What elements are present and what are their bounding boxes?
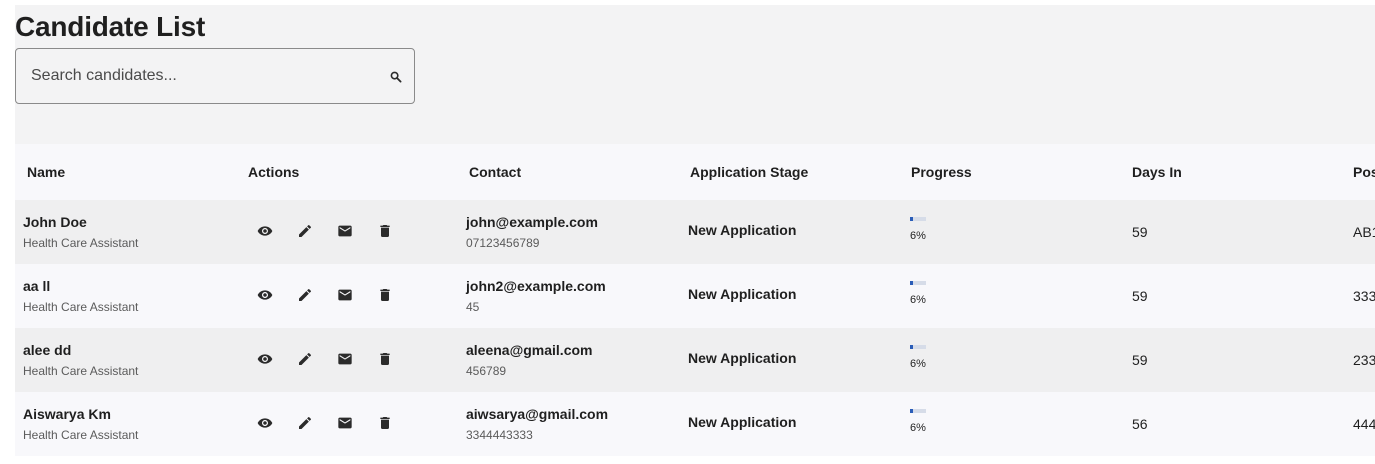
view-icon[interactable] <box>257 287 273 303</box>
table-body: John Doe Health Care Assistant john@exam… <box>15 200 1375 456</box>
search-icon[interactable] <box>390 70 402 83</box>
email-icon[interactable] <box>337 287 353 303</box>
email-icon[interactable] <box>337 415 353 431</box>
candidate-role: Health Care Assistant <box>23 236 139 250</box>
search-input[interactable] <box>31 49 381 103</box>
application-stage: New Application <box>688 414 797 430</box>
delete-icon[interactable] <box>377 415 393 431</box>
view-icon[interactable] <box>257 223 273 239</box>
postcode: 444 <box>1353 416 1375 432</box>
column-header-application-stage[interactable]: Application Stage <box>690 144 808 200</box>
candidate-role: Health Care Assistant <box>23 428 139 442</box>
edit-icon[interactable] <box>297 415 313 431</box>
days-in-stage: 59 <box>1132 352 1148 368</box>
candidate-name[interactable]: alee dd <box>23 342 71 358</box>
progress-bar <box>910 217 926 221</box>
email-icon[interactable] <box>337 223 353 239</box>
table-row[interactable]: aa ll Health Care Assistant john2@exampl… <box>15 264 1375 328</box>
progress-label: 6% <box>910 358 926 370</box>
candidate-list-page: Candidate List Name Actions Contact Appl… <box>0 0 1375 464</box>
contact-email[interactable]: john2@example.com <box>466 278 606 294</box>
table-row[interactable]: John Doe Health Care Assistant john@exam… <box>15 200 1375 264</box>
view-icon[interactable] <box>257 351 273 367</box>
progress-bar-fill <box>910 345 913 349</box>
search-box[interactable] <box>15 48 415 104</box>
view-icon[interactable] <box>257 415 273 431</box>
contact-email[interactable]: aiwsarya@gmail.com <box>466 406 608 422</box>
contact-phone: 45 <box>466 300 480 314</box>
edit-icon[interactable] <box>297 223 313 239</box>
table-row[interactable]: alee dd Health Care Assistant aleena@gma… <box>15 328 1375 392</box>
candidate-name[interactable]: aa ll <box>23 278 50 294</box>
application-stage: New Application <box>688 350 797 366</box>
table-header: Name Actions Contact Application Stage P… <box>15 144 1375 200</box>
column-header-actions: Actions <box>248 164 300 180</box>
postcode: 233 <box>1353 352 1375 368</box>
progress-bar <box>910 409 926 413</box>
contact-email[interactable]: aleena@gmail.com <box>466 342 592 358</box>
contact-email[interactable]: john@example.com <box>466 214 598 230</box>
edit-icon[interactable] <box>297 351 313 367</box>
postcode: 333 <box>1353 288 1375 304</box>
contact-phone: 456789 <box>466 364 507 378</box>
days-in-stage: 59 <box>1132 224 1148 240</box>
contact-phone: 07123456789 <box>466 236 540 250</box>
progress-bar-fill <box>910 409 913 413</box>
candidate-name[interactable]: John Doe <box>23 214 87 230</box>
delete-icon[interactable] <box>377 287 393 303</box>
candidate-role: Health Care Assistant <box>23 300 139 314</box>
delete-icon[interactable] <box>377 351 393 367</box>
email-icon[interactable] <box>337 351 353 367</box>
candidate-table: Name Actions Contact Application Stage P… <box>15 144 1375 456</box>
column-header-progress[interactable]: Progress <box>911 144 972 200</box>
progress-label: 6% <box>910 422 926 434</box>
progress-label: 6% <box>910 294 926 306</box>
progress-bar <box>910 281 926 285</box>
table-row[interactable]: Aiswarya Km Health Care Assistant aiwsar… <box>15 392 1375 456</box>
column-header-postcode[interactable]: Pos <box>1353 144 1375 200</box>
application-stage: New Application <box>688 222 797 238</box>
days-in-stage: 59 <box>1132 288 1148 304</box>
column-header-days-in[interactable]: Days In <box>1132 144 1182 200</box>
postcode: AB1 <box>1353 224 1375 240</box>
column-header-contact[interactable]: Contact <box>469 144 521 200</box>
candidate-role: Health Care Assistant <box>23 364 139 378</box>
edit-icon[interactable] <box>297 287 313 303</box>
column-header-name[interactable]: Name <box>27 144 65 200</box>
progress-bar <box>910 345 926 349</box>
page-title: Candidate List <box>15 11 206 42</box>
progress-label: 6% <box>910 230 926 242</box>
days-in-stage: 56 <box>1132 416 1148 432</box>
candidate-name[interactable]: Aiswarya Km <box>23 406 111 422</box>
contact-phone: 3344443333 <box>466 428 533 442</box>
progress-bar-fill <box>910 217 913 221</box>
application-stage: New Application <box>688 286 797 302</box>
delete-icon[interactable] <box>377 223 393 239</box>
progress-bar-fill <box>910 281 913 285</box>
